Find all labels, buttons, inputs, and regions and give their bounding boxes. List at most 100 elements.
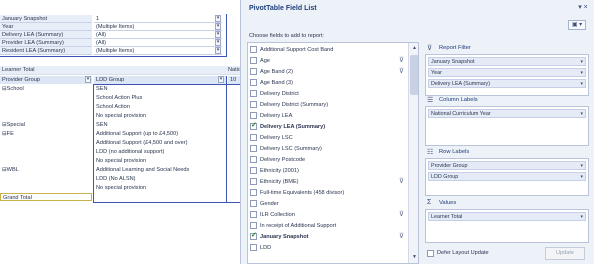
field-checkbox[interactable] (250, 156, 257, 163)
panel-close-icon[interactable]: ▾ × (578, 3, 588, 13)
filter-funnel-icon: ⊽ (398, 178, 404, 185)
field-checkbox-checked[interactable] (250, 121, 257, 130)
field-checkbox[interactable] (250, 90, 257, 97)
field-item[interactable]: In receipt of Additional Support (250, 221, 406, 231)
field-item[interactable]: ILR Collection ⊽ (250, 210, 406, 220)
row-header-provider-group[interactable]: Provider Group (0, 76, 92, 84)
filter-dropdown-january-snapshot[interactable]: ▾ (215, 15, 221, 22)
pivot-outline-bottom (93, 202, 240, 203)
field-item[interactable]: Ethnicity (2001) (250, 166, 406, 176)
filter-dropdown-delivery-lea[interactable]: ▾ (215, 31, 221, 38)
filter-value-year[interactable]: (Multiple Items) (94, 23, 222, 31)
column-labels-box[interactable]: National Curriculum Year ▾ (425, 106, 589, 146)
field-item[interactable]: Age Band (3) (250, 78, 406, 88)
row-sub-label: Additional Support (up to £4,500) (96, 131, 179, 137)
field-checkbox-checked[interactable] (250, 231, 257, 240)
update-button[interactable]: Update (545, 247, 585, 260)
field-checkbox[interactable] (250, 189, 257, 196)
field-item[interactable]: Delivery Postcode (250, 155, 406, 165)
field-item[interactable]: Delivery LEA (Summary) (250, 121, 406, 132)
field-checkbox[interactable] (250, 68, 257, 75)
row-header-ldd-group-dropdown[interactable]: ▾ (218, 76, 224, 83)
field-item[interactable]: Delivery LEA (250, 111, 406, 121)
field-label: Ethnicity (BME) (260, 179, 299, 185)
filter-value-resident-lea[interactable]: (Multiple Items) (94, 47, 222, 55)
row-group-fe[interactable]: ⊟FE (0, 130, 92, 138)
field-checkbox[interactable] (250, 244, 257, 251)
defer-layout-checkbox[interactable] (427, 250, 434, 257)
report-filter-item[interactable]: Delivery LEA (Summary) ▾ (428, 79, 586, 88)
chevron-down-icon[interactable]: ▾ (580, 162, 583, 169)
field-item[interactable]: LDD (250, 243, 406, 253)
field-checkbox[interactable] (250, 178, 257, 185)
row-group-school[interactable]: ⊟School (0, 85, 92, 93)
values-item[interactable]: Learner Total ▾ (428, 212, 586, 221)
field-checkbox[interactable] (250, 145, 257, 152)
chevron-down-icon[interactable]: ▾ (580, 58, 583, 65)
field-checkbox[interactable] (250, 101, 257, 108)
row-group-special[interactable]: ⊟Special (0, 121, 92, 129)
filter-dropdown-provider-lea[interactable]: ▾ (215, 39, 221, 46)
row-header-provider-group-dropdown[interactable]: ▾ (85, 76, 91, 83)
field-checkbox[interactable] (250, 57, 257, 64)
row-labels-item[interactable]: LDD Group ▾ (428, 172, 586, 181)
field-checkbox[interactable] (250, 79, 257, 86)
grand-total-label: Grand Total (0, 193, 92, 201)
field-label: Delivery LEA (Summary) (260, 124, 326, 130)
field-checkbox[interactable] (250, 134, 257, 141)
field-checkbox[interactable] (250, 222, 257, 229)
filter-value-provider-lea[interactable]: (All) (94, 39, 222, 47)
chevron-down-icon[interactable]: ▾ (580, 80, 583, 87)
row-sub-label: School Action (96, 104, 130, 110)
field-label: Delivery LSC (260, 135, 293, 141)
chevron-down-icon[interactable]: ▾ (580, 110, 583, 117)
report-filter-item[interactable]: January Snapshot ▾ (428, 57, 586, 66)
row-sub-label: SEN (96, 122, 108, 128)
filter-dropdown-year[interactable]: ▾ (215, 23, 221, 30)
column-labels-icon: ☰ (427, 97, 434, 104)
field-item[interactable]: Age ⊽ (250, 56, 406, 66)
field-checkbox[interactable] (250, 46, 257, 53)
row-sub-label: Additional Learning and Social Needs (96, 167, 190, 173)
field-item[interactable]: Additional Support Cost Band (250, 45, 406, 55)
field-item[interactable]: Gender (250, 199, 406, 209)
field-item[interactable]: Ethnicity (BME) ⊽ (250, 177, 406, 187)
chevron-down-icon[interactable]: ▾ (580, 69, 583, 76)
layout-options-button[interactable]: ▣ ▾ (568, 20, 586, 30)
field-item[interactable]: January Snapshot ⊽ (250, 231, 406, 242)
chevron-down-icon[interactable]: ▾ (580, 213, 583, 220)
field-checkbox[interactable] (250, 112, 257, 119)
row-labels-item[interactable]: Provider Group ▾ (428, 161, 586, 170)
field-checkbox[interactable] (250, 167, 257, 174)
filter-label-provider-lea: Provider LEA (Summary) (0, 39, 92, 47)
field-list[interactable]: Additional Support Cost Band Age ⊽ Age Ba… (247, 42, 419, 264)
field-list-scrollbar[interactable]: ▲ ▼ (408, 43, 418, 263)
row-group-wbl[interactable]: ⊟WBL (0, 166, 92, 174)
report-filter-title: Report Filter (439, 45, 471, 51)
field-label: Age (260, 58, 270, 64)
scroll-up-icon[interactable]: ▲ (410, 44, 418, 52)
report-filter-box[interactable]: January Snapshot ▾ Year ▾ Delivery LEA (Su… (425, 54, 589, 96)
field-item[interactable]: Delivery District (250, 89, 406, 99)
values-row-underline (0, 74, 240, 75)
field-checkbox[interactable] (250, 211, 257, 218)
row-labels-box[interactable]: Provider Group ▾ LDD Group ▾ (425, 158, 589, 196)
field-item[interactable]: Full-time Equivalents (458 divisor) (250, 188, 406, 198)
filter-dropdown-resident-lea[interactable]: ▾ (215, 47, 221, 54)
field-item[interactable]: Delivery LSC (250, 133, 406, 143)
field-label: Delivery Postcode (260, 157, 306, 163)
values-box[interactable]: Learner Total ▾ (425, 209, 589, 243)
report-filter-item[interactable]: Year ▾ (428, 68, 586, 77)
row-header-ldd-group[interactable]: LDD Group (94, 76, 226, 84)
field-item[interactable]: Delivery District (Summary) (250, 100, 406, 110)
filter-value-january-snapshot[interactable]: 1 (94, 15, 222, 23)
column-labels-item[interactable]: National Curriculum Year ▾ (428, 109, 586, 118)
chevron-down-icon[interactable]: ▾ (580, 173, 583, 180)
choose-fields-label: Choose fields to add to report: (249, 33, 324, 39)
filter-value-delivery-lea[interactable]: (All) (94, 31, 222, 39)
scrollbar-thumb[interactable] (410, 55, 418, 95)
field-item[interactable]: Delivery LSC (Summary) (250, 144, 406, 154)
field-checkbox[interactable] (250, 200, 257, 207)
field-item[interactable]: Age Band (2) ⊽ (250, 67, 406, 77)
scroll-down-icon[interactable]: ▼ (410, 253, 418, 261)
